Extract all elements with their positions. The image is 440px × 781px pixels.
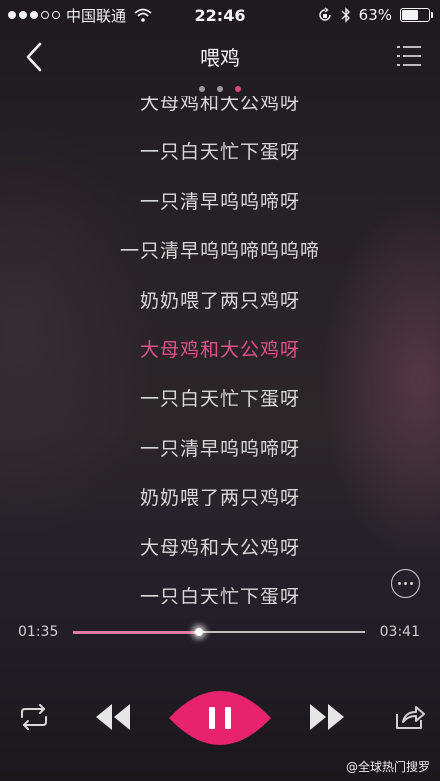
lyric-line[interactable]: 奶奶喂了两只鸡呀 bbox=[0, 286, 440, 313]
battery-percent: 63% bbox=[358, 6, 392, 24]
orientation-lock-icon bbox=[318, 7, 331, 21]
nav-bar: 喂鸡 bbox=[0, 30, 440, 82]
repeat-button[interactable] bbox=[18, 704, 50, 730]
battery-fill bbox=[402, 10, 419, 20]
lyric-line[interactable]: 大母鸡和大公鸡呀 bbox=[0, 533, 440, 560]
previous-button[interactable] bbox=[94, 703, 132, 731]
progress-track[interactable] bbox=[73, 628, 365, 636]
progress-thumb[interactable] bbox=[194, 628, 203, 636]
more-icon bbox=[398, 582, 401, 585]
page-dot[interactable] bbox=[199, 86, 205, 92]
share-button[interactable] bbox=[394, 702, 426, 730]
battery-icon bbox=[400, 8, 433, 22]
lyric-line[interactable]: 一只白天忙下蛋呀 bbox=[0, 582, 440, 604]
watermark: @全球热门搜罗 bbox=[345, 760, 430, 774]
status-bar: 中国联通 22:46 63% bbox=[0, 0, 440, 30]
page-indicator[interactable] bbox=[0, 86, 440, 92]
play-pause-button[interactable] bbox=[167, 686, 273, 750]
lyric-line[interactable]: 一只清早呜呜啼呜呜啼 bbox=[0, 236, 440, 263]
share-icon bbox=[396, 706, 425, 729]
page-dot[interactable] bbox=[235, 86, 241, 92]
lyric-line-current[interactable]: 大母鸡和大公鸡呀 bbox=[0, 335, 440, 362]
lyric-line[interactable]: 奶奶喂了两只鸡呀 bbox=[0, 483, 440, 510]
progress-fill bbox=[73, 630, 199, 634]
progress-bar[interactable]: 01:35 03:41 bbox=[0, 620, 440, 644]
more-button[interactable] bbox=[391, 569, 420, 598]
next-button[interactable] bbox=[308, 703, 346, 731]
playlist-icon bbox=[397, 46, 421, 66]
lyric-line[interactable]: 一只清早呜呜啼呀 bbox=[0, 434, 440, 461]
lyric-line[interactable]: 一只清早呜呜啼呀 bbox=[0, 187, 440, 214]
playlist-button[interactable] bbox=[396, 44, 422, 68]
lyric-line[interactable]: 一只白天忙下蛋呀 bbox=[0, 137, 440, 164]
total-time: 03:41 bbox=[379, 624, 420, 640]
lyrics-panel[interactable]: 大母鸡和大公鸡呀 一只白天忙下蛋呀 一只清早呜呜啼呀 一只清早呜呜啼呜呜啼 奶奶喂了两只… bbox=[0, 96, 440, 604]
playback-controls bbox=[0, 686, 440, 750]
bluetooth-icon bbox=[341, 7, 350, 23]
lyric-line[interactable]: 一只白天忙下蛋呀 bbox=[0, 384, 440, 411]
elapsed-time: 01:35 bbox=[18, 624, 59, 640]
lyric-line[interactable]: 大母鸡和大公鸡呀 bbox=[0, 96, 440, 115]
page-dot[interactable] bbox=[217, 86, 223, 92]
song-title: 喂鸡 bbox=[200, 46, 240, 70]
repeat-icon bbox=[21, 704, 47, 730]
previous-icon bbox=[96, 704, 130, 730]
next-icon bbox=[310, 704, 344, 730]
